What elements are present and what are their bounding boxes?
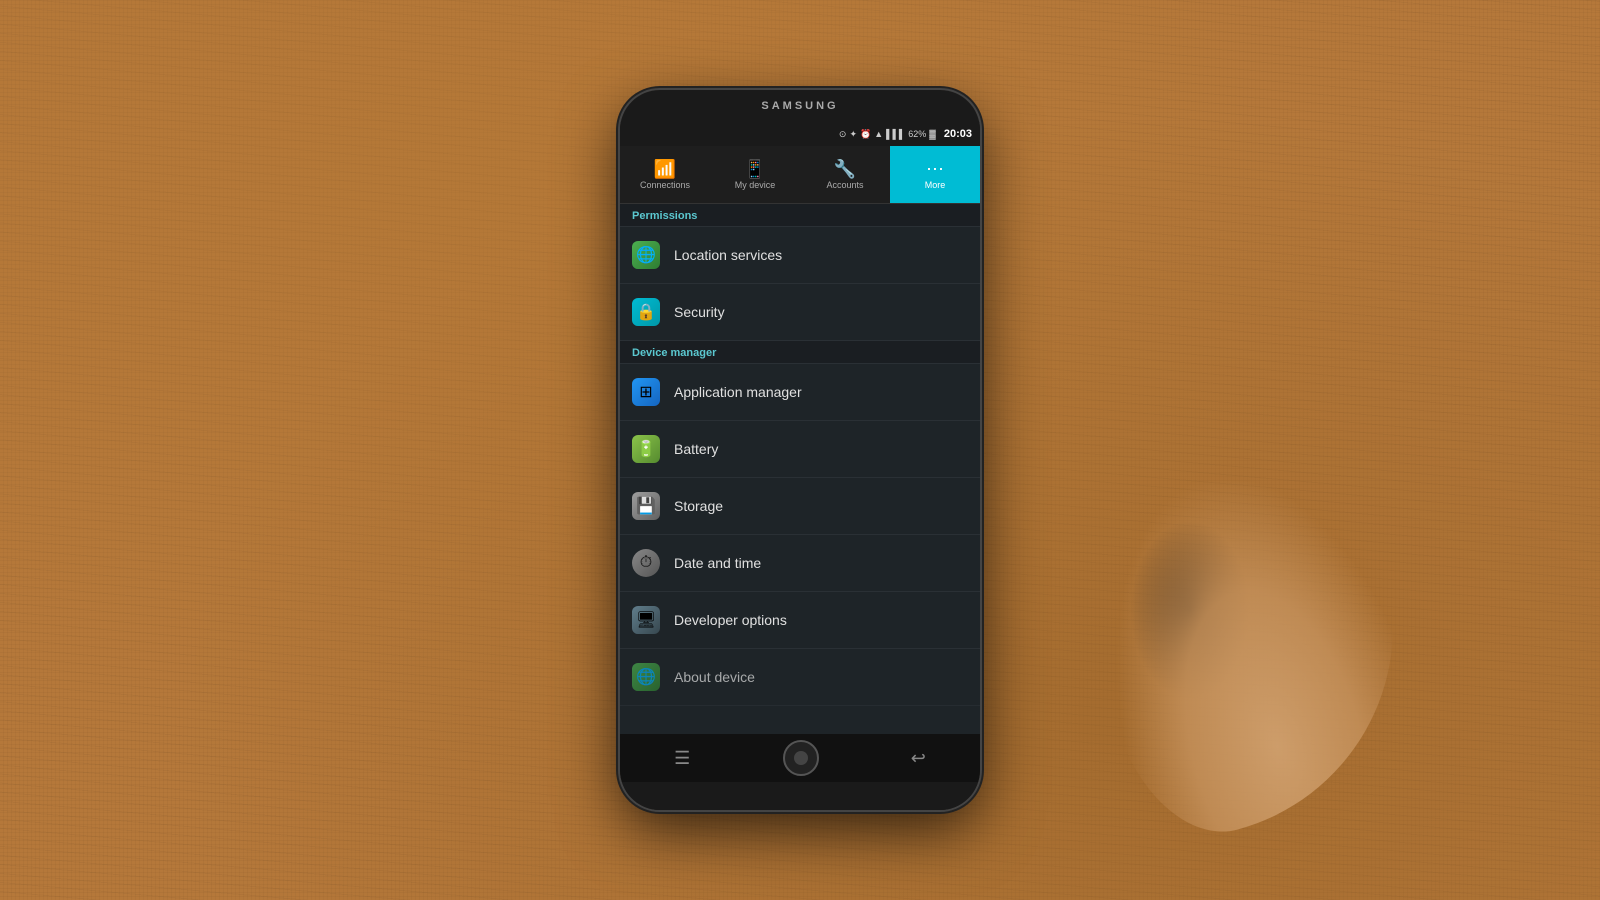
- storage-label: Storage: [674, 498, 723, 514]
- status-icons: ⊙ ✦ ⏰ ▲ ▌▌▌ 62% ▓: [839, 129, 936, 140]
- developer-options-icon: 🖥: [632, 606, 660, 634]
- security-label: Security: [674, 304, 725, 320]
- connections-icon: 📶: [654, 160, 676, 178]
- bluetooth-icon: ✦: [849, 129, 857, 140]
- application-manager-label: Application manager: [674, 384, 802, 400]
- network-icon: ▲: [874, 129, 883, 139]
- tab-bar: 📶 Connections 📱 My device 🔧 Accounts ⋯ M…: [620, 146, 980, 204]
- tab-more[interactable]: ⋯ More: [890, 146, 980, 203]
- back-button[interactable]: ↩: [895, 740, 942, 777]
- bottom-navigation: ☰ ↩: [620, 734, 980, 782]
- tab-connections[interactable]: 📶 Connections: [620, 146, 710, 203]
- location-services-label: Location services: [674, 247, 782, 263]
- battery-percentage: 62%: [908, 129, 926, 139]
- developer-options-label: Developer options: [674, 612, 787, 628]
- battery-icon: ▓: [929, 129, 936, 139]
- setting-item-date-and-time[interactable]: ⏱ Date and time: [620, 535, 980, 592]
- screen: ⊙ ✦ ⏰ ▲ ▌▌▌ 62% ▓ 20:03 📶 Connections 📱: [620, 122, 980, 734]
- section-header-permissions: Permissions: [620, 204, 980, 227]
- setting-item-location-services[interactable]: 🌐 Location services: [620, 227, 980, 284]
- status-bar: ⊙ ✦ ⏰ ▲ ▌▌▌ 62% ▓ 20:03: [620, 122, 980, 146]
- setting-item-developer-options[interactable]: 🖥 Developer options: [620, 592, 980, 649]
- setting-item-application-manager[interactable]: ⊞ Application manager: [620, 364, 980, 421]
- notification-icon: ⊙: [839, 129, 847, 140]
- storage-icon: 💾: [632, 492, 660, 520]
- phone-top-bar: SAMSUNG: [620, 90, 980, 122]
- my-device-icon: 📱: [744, 160, 766, 178]
- setting-item-battery[interactable]: 🔋 Battery: [620, 421, 980, 478]
- setting-item-storage[interactable]: 💾 Storage: [620, 478, 980, 535]
- hand-shadow: [1130, 520, 1250, 700]
- scene: SAMSUNG ⊙ ✦ ⏰ ▲ ▌▌▌ 62% ▓ 20:03: [0, 0, 1600, 900]
- home-button[interactable]: [783, 740, 819, 776]
- menu-button[interactable]: ☰: [658, 740, 706, 777]
- more-label: More: [925, 180, 946, 190]
- tab-accounts[interactable]: 🔧 Accounts: [800, 146, 890, 203]
- setting-item-about-device[interactable]: 🌐 About device: [620, 649, 980, 706]
- setting-item-security[interactable]: 🔒 Security: [620, 284, 980, 341]
- signal-icon: ▌▌▌: [886, 129, 905, 139]
- more-icon: ⋯: [926, 160, 944, 178]
- hand-overlay: [1060, 437, 1440, 853]
- accounts-label: Accounts: [826, 180, 863, 190]
- time-display: 20:03: [944, 128, 972, 140]
- accounts-icon: 🔧: [834, 160, 856, 178]
- phone-bottom-bar: [620, 782, 980, 810]
- application-manager-icon: ⊞: [632, 378, 660, 406]
- about-device-icon: 🌐: [632, 663, 660, 691]
- location-services-icon: 🌐: [632, 241, 660, 269]
- connections-label: Connections: [640, 180, 690, 190]
- my-device-label: My device: [735, 180, 776, 190]
- phone: SAMSUNG ⊙ ✦ ⏰ ▲ ▌▌▌ 62% ▓ 20:03: [620, 90, 980, 810]
- battery-label: Battery: [674, 441, 718, 457]
- settings-content: Permissions 🌐 Location services 🔒 Securi…: [620, 204, 980, 734]
- security-icon: 🔒: [632, 298, 660, 326]
- tab-my-device[interactable]: 📱 My device: [710, 146, 800, 203]
- samsung-logo: SAMSUNG: [761, 100, 838, 112]
- date-time-icon: ⏱: [632, 549, 660, 577]
- section-header-device-manager: Device manager: [620, 341, 980, 364]
- alarm-icon: ⏰: [860, 129, 871, 140]
- date-time-label: Date and time: [674, 555, 761, 571]
- battery-setting-icon: 🔋: [632, 435, 660, 463]
- about-device-label: About device: [674, 669, 755, 685]
